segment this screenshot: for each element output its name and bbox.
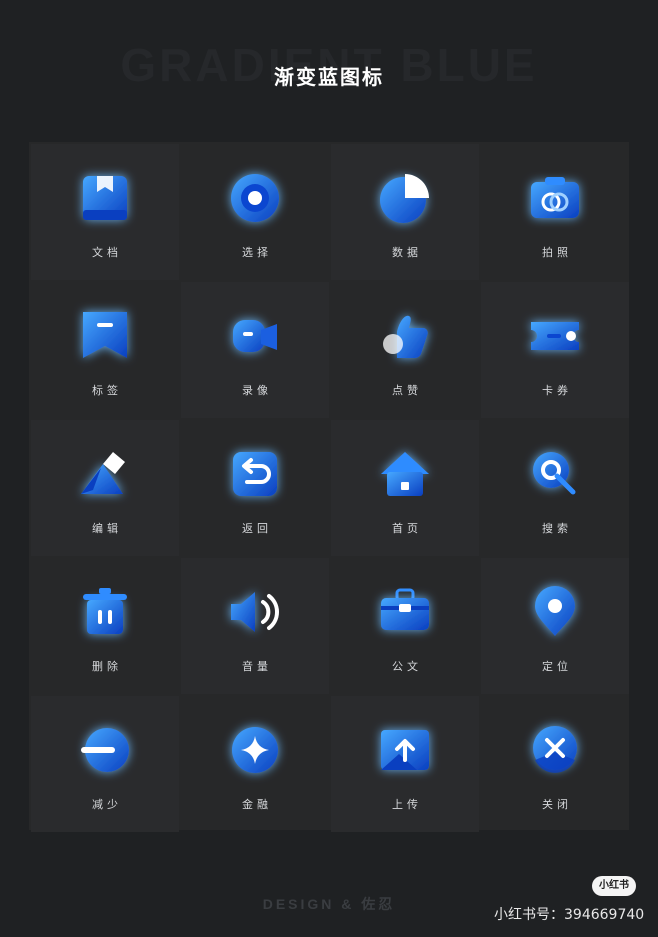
xiaohongshu-account: 小红书号：394669740 bbox=[494, 907, 645, 923]
icon-label: 返回 bbox=[242, 522, 272, 535]
icon-label: 标签 bbox=[92, 384, 122, 397]
close-icon bbox=[527, 722, 583, 778]
finance-icon bbox=[227, 722, 283, 778]
icon-label: 搜索 bbox=[542, 522, 572, 535]
briefcase-icon bbox=[377, 584, 433, 640]
icon-label: 选择 bbox=[242, 246, 272, 259]
icon-card-finance[interactable]: 金融 bbox=[181, 696, 329, 832]
icon-label: 卡券 bbox=[542, 384, 572, 397]
icon-label: 点赞 bbox=[392, 384, 422, 397]
icon-label: 金融 bbox=[242, 798, 272, 811]
tag-icon bbox=[77, 308, 133, 364]
icon-card-upload[interactable]: 上传 bbox=[331, 696, 479, 832]
icon-label: 首页 bbox=[392, 522, 422, 535]
icon-card-minus[interactable]: 减少 bbox=[31, 696, 179, 832]
icon-card-tag[interactable]: 标签 bbox=[31, 282, 179, 418]
minus-icon bbox=[77, 722, 133, 778]
icon-card-close[interactable]: 关闭 bbox=[481, 696, 629, 832]
icon-card-data[interactable]: 数据 bbox=[331, 144, 479, 280]
data-icon bbox=[377, 170, 433, 226]
back-icon bbox=[227, 446, 283, 502]
icon-label: 定位 bbox=[542, 660, 572, 673]
icon-card-search[interactable]: 搜索 bbox=[481, 420, 629, 556]
icon-label: 录像 bbox=[242, 384, 272, 397]
icon-card-select[interactable]: 选择 bbox=[181, 144, 329, 280]
edit-icon bbox=[77, 446, 133, 502]
upload-icon bbox=[377, 722, 433, 778]
icon-label: 音量 bbox=[242, 660, 272, 673]
icon-grid: 文档 选择 数据 拍照 标签 录像 点赞 卡券 编辑 返回 首页 搜索 删除 音… bbox=[29, 142, 629, 832]
xiaohongshu-logo: 小红书 bbox=[592, 876, 636, 896]
camera-icon bbox=[527, 170, 583, 226]
volume-icon bbox=[227, 584, 283, 640]
icon-label: 拍照 bbox=[542, 246, 572, 259]
icon-label: 减少 bbox=[92, 798, 122, 811]
icon-card-document[interactable]: 文档 bbox=[31, 144, 179, 280]
icon-card-edit[interactable]: 编辑 bbox=[31, 420, 179, 556]
search-icon bbox=[527, 446, 583, 502]
icon-card-like[interactable]: 点赞 bbox=[331, 282, 479, 418]
icon-label: 关闭 bbox=[542, 798, 572, 811]
icon-label: 文档 bbox=[92, 246, 122, 259]
icon-card-location[interactable]: 定位 bbox=[481, 558, 629, 694]
icon-card-video[interactable]: 录像 bbox=[181, 282, 329, 418]
icon-label: 删除 bbox=[92, 660, 122, 673]
location-icon bbox=[527, 584, 583, 640]
document-icon bbox=[77, 170, 133, 226]
icon-label: 编辑 bbox=[92, 522, 122, 535]
icon-label: 数据 bbox=[392, 246, 422, 259]
like-icon bbox=[377, 308, 433, 364]
home-icon bbox=[377, 446, 433, 502]
icon-card-home[interactable]: 首页 bbox=[331, 420, 479, 556]
icon-card-coupon[interactable]: 卡券 bbox=[481, 282, 629, 418]
icon-card-delete[interactable]: 删除 bbox=[31, 558, 179, 694]
icon-label: 公文 bbox=[392, 660, 422, 673]
page-title: 渐变蓝图标 bbox=[274, 65, 384, 89]
video-icon bbox=[227, 308, 283, 364]
icon-card-volume[interactable]: 音量 bbox=[181, 558, 329, 694]
select-icon bbox=[227, 170, 283, 226]
coupon-icon bbox=[527, 308, 583, 364]
icon-card-back[interactable]: 返回 bbox=[181, 420, 329, 556]
icon-card-camera[interactable]: 拍照 bbox=[481, 144, 629, 280]
delete-icon bbox=[77, 584, 133, 640]
icon-card-briefcase[interactable]: 公文 bbox=[331, 558, 479, 694]
icon-label: 上传 bbox=[392, 798, 422, 811]
